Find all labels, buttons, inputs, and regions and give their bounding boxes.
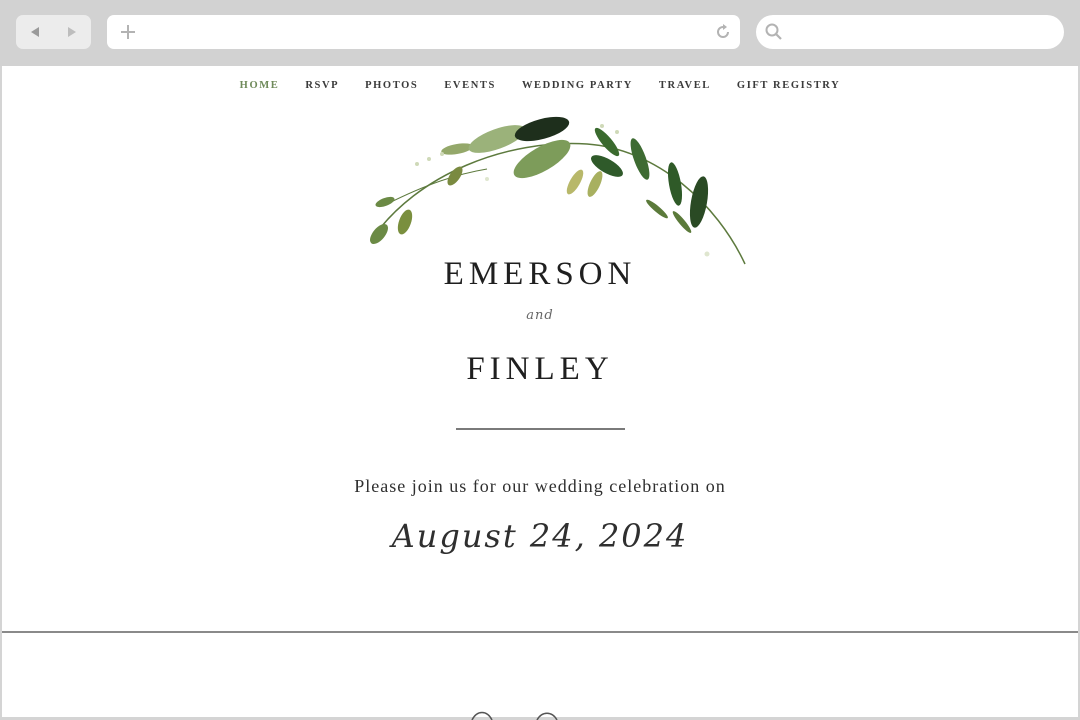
history-buttons	[16, 15, 91, 49]
search-icon	[765, 23, 782, 40]
nav-gift-registry[interactable]: GIFT REGISTRY	[737, 80, 840, 91]
back-button[interactable]	[16, 15, 53, 49]
nav-rsvp[interactable]: RSVP	[305, 80, 339, 91]
site-nav: HOME RSVP PHOTOS EVENTS WEDDING PARTY TR…	[2, 80, 1078, 91]
web-page: HOME RSVP PHOTOS EVENTS WEDDING PARTY TR…	[2, 66, 1078, 720]
browser-window: HOME RSVP PHOTOS EVENTS WEDDING PARTY TR…	[0, 0, 1080, 720]
forward-arrow-icon	[67, 27, 76, 37]
conjunction: and	[526, 308, 554, 323]
leaf-wreath-icon	[370, 116, 746, 265]
address-bar[interactable]	[107, 15, 740, 49]
nav-home[interactable]: HOME	[240, 80, 280, 91]
browser-toolbar	[0, 0, 1080, 66]
nav-travel[interactable]: TRAVEL	[659, 80, 711, 91]
plus-icon[interactable]	[119, 23, 137, 41]
nav-events[interactable]: EVENTS	[444, 80, 496, 91]
search-field[interactable]	[756, 15, 1064, 49]
back-arrow-icon	[30, 27, 39, 37]
nav-wedding-party[interactable]: WEDDING PARTY	[522, 80, 633, 91]
name-two: FINLEY	[466, 351, 614, 387]
name-one: EMERSON	[443, 256, 637, 292]
forward-button[interactable]	[53, 15, 90, 49]
next-section	[2, 633, 1078, 720]
reload-icon[interactable]	[714, 23, 732, 41]
invite-text: Please join us for our wedding celebrati…	[354, 476, 726, 496]
divider	[456, 428, 625, 430]
wedding-date: August 24, 2024	[391, 517, 689, 555]
script-heading-peek	[471, 711, 558, 720]
nav-photos[interactable]: PHOTOS	[365, 80, 418, 91]
